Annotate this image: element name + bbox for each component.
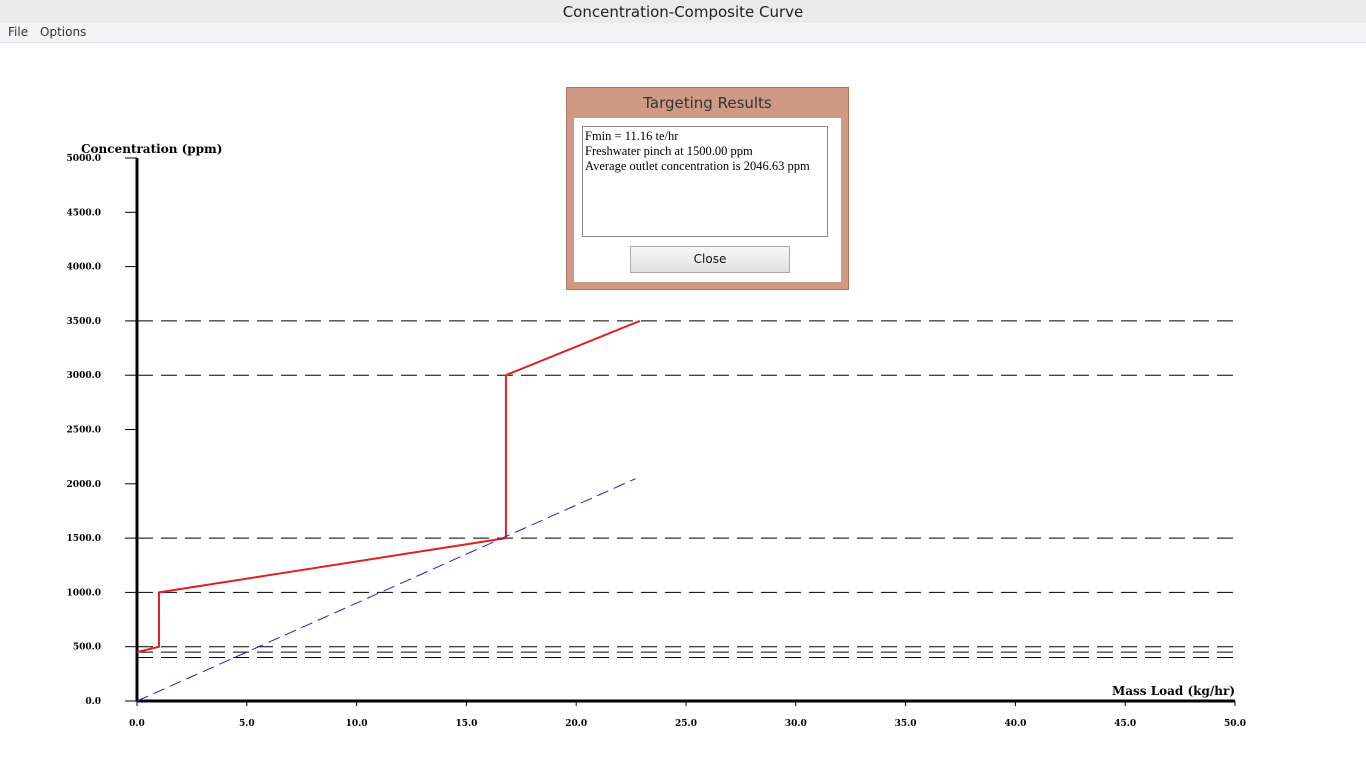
composite-curve-line	[136, 319, 641, 654]
x-tick-label: 30.0	[785, 719, 807, 729]
result-outlet-concentration: Average outlet concentration is 2046.63 …	[585, 159, 810, 173]
y-tick-label: 4500.0	[67, 208, 101, 218]
water-supply-line	[136, 478, 636, 702]
result-pinch: Freshwater pinch at 1500.00 ppm	[585, 144, 753, 158]
y-tick-label: 3000.0	[67, 371, 101, 381]
y-tick-label: 2500.0	[67, 426, 101, 436]
dialog-title: Targeting Results	[643, 94, 772, 112]
y-tick-label: 1000.0	[67, 588, 101, 598]
x-tick-label: 40.0	[1004, 719, 1026, 729]
x-tick-label: 5.0	[239, 719, 255, 729]
close-button[interactable]: Close	[630, 246, 790, 273]
y-tick-label: 3500.0	[67, 317, 101, 327]
x-tick-label: 10.0	[346, 719, 368, 729]
y-tick-label: 1500.0	[67, 534, 101, 544]
x-axis-title: Mass Load (kg/hr)	[1112, 684, 1235, 698]
y-axis-title: Concentration (ppm)	[81, 142, 222, 156]
x-tick-label: 25.0	[675, 719, 697, 729]
y-tick-label: 4000.0	[67, 263, 101, 273]
y-tick-label: 2000.0	[67, 480, 101, 490]
x-tick-label: 35.0	[895, 719, 917, 729]
dialog-body: Fmin = 11.16 te/hr Freshwater pinch at 1…	[574, 118, 841, 282]
x-tick-label: 45.0	[1114, 719, 1136, 729]
results-text-area[interactable]: Fmin = 11.16 te/hr Freshwater pinch at 1…	[582, 126, 828, 237]
y-tick-label: 500.0	[73, 643, 101, 653]
y-tick-label: 0.0	[85, 697, 101, 707]
result-fmin: Fmin = 11.16 te/hr	[585, 129, 679, 143]
x-tick-label: 0.0	[129, 719, 145, 729]
x-tick-label: 50.0	[1224, 719, 1246, 729]
targeting-results-dialog: Targeting Results Fmin = 11.16 te/hr Fre…	[566, 87, 849, 290]
x-tick-label: 20.0	[565, 719, 587, 729]
x-tick-label: 15.0	[455, 719, 477, 729]
